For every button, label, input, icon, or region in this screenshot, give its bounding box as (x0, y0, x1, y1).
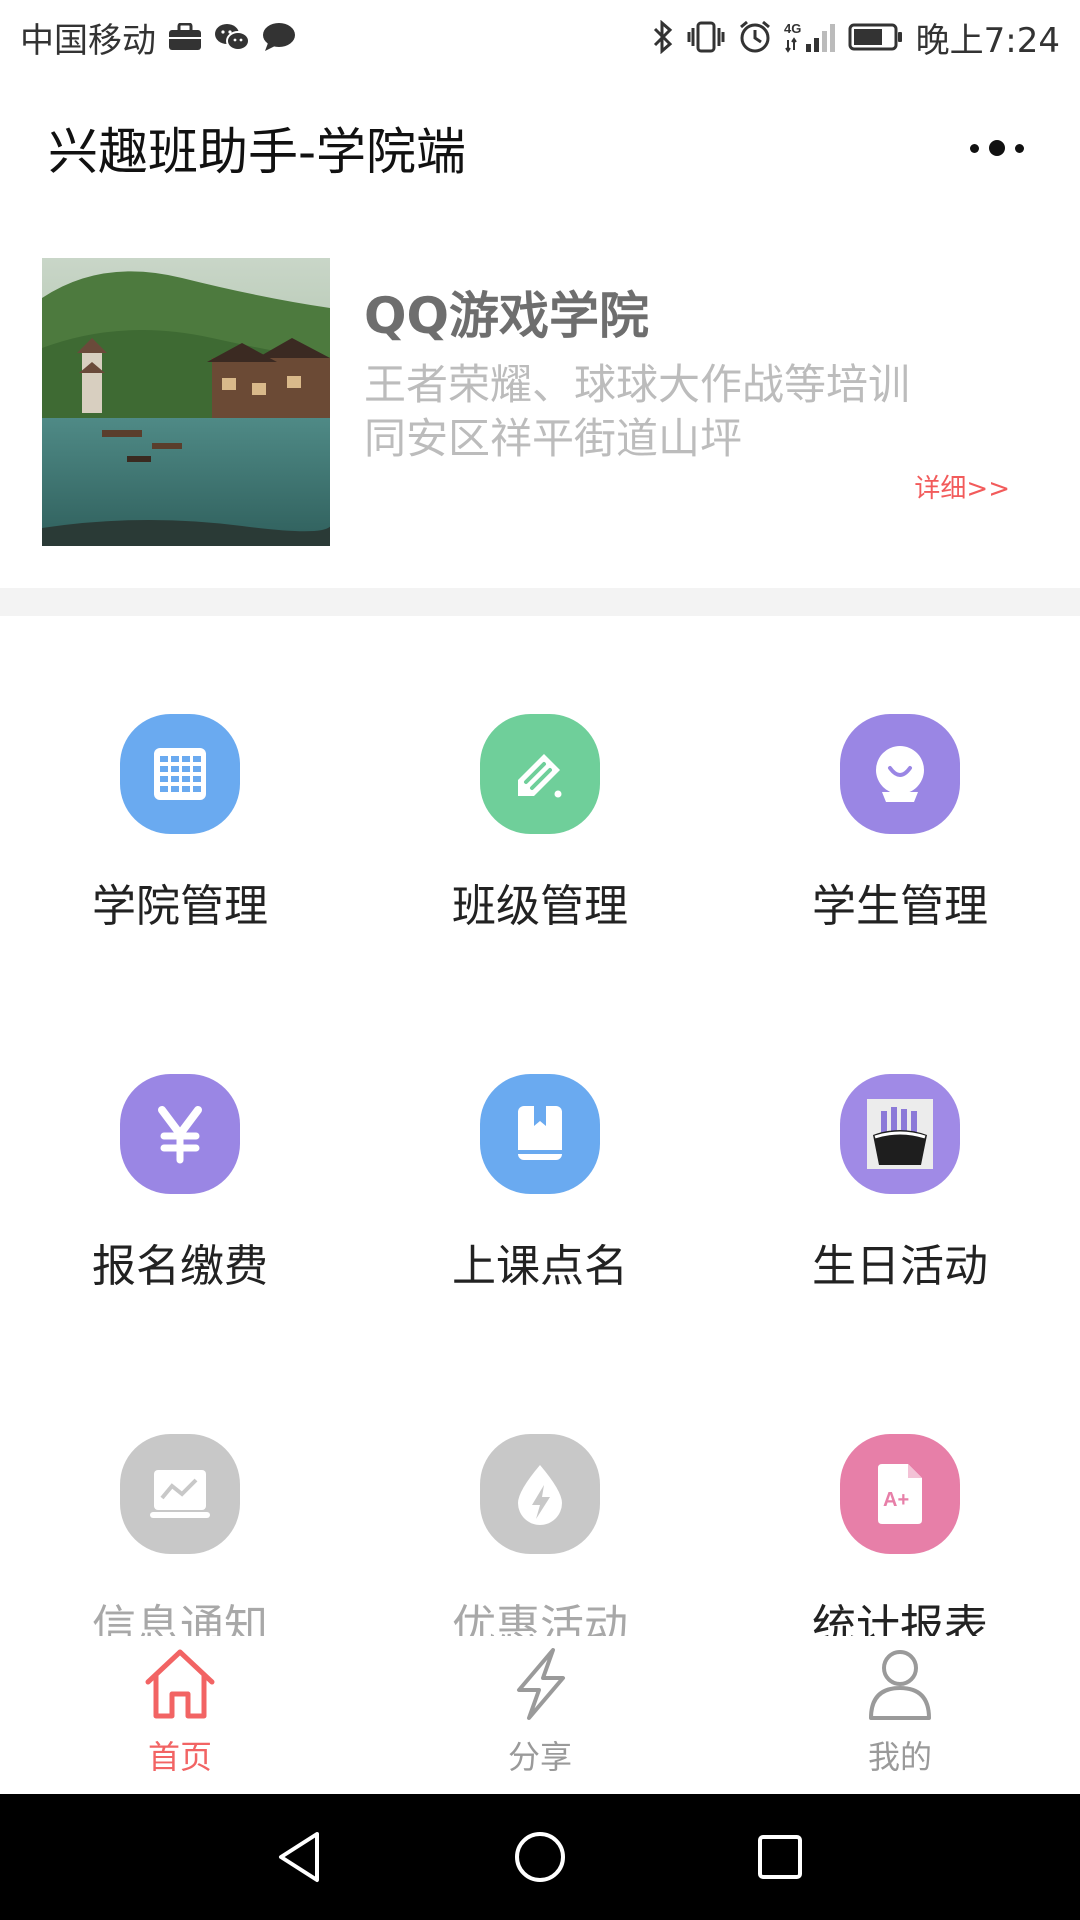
academy-desc-line-2: 同安区祥平街道山坪 (364, 414, 743, 463)
menu-item-registration-payment[interactable]: 报名缴费 (0, 976, 360, 1336)
wechat-icon (214, 22, 250, 52)
menu-item-label: 报名缴费 (92, 1241, 268, 1292)
menu-item-birthday-activity[interactable]: 生日活动 (720, 976, 1080, 1336)
app-screen: 中国移动 4G 晚上7:24 兴趣班助手-学院端 QQ游戏学院 王者荣耀、球球大… (0, 0, 1080, 1920)
calendar-grid-icon (120, 714, 240, 834)
menu-item-label: 学院管理 (92, 881, 268, 932)
lightning-icon (505, 1646, 575, 1726)
menu-item-label: 信息通知 (92, 1601, 268, 1636)
tab-home[interactable]: 首页 (0, 1636, 360, 1794)
academy-desc-line-1: 王者荣耀、球球大作战等培训 (364, 360, 911, 409)
menu-item-label: 优惠活动 (452, 1601, 628, 1636)
academy-card[interactable]: QQ游戏学院 王者荣耀、球球大作战等培训 同安区祥平街道山坪 详细>> (0, 222, 1080, 588)
alarm-icon (738, 20, 772, 54)
vibrate-icon (686, 20, 726, 54)
page-title: 兴趣班助手-学院端 (48, 123, 467, 181)
feature-grid: 学院管理 班级管理 学生管理 报名缴费 上课点名 生日活动 信息通知 优惠活动 … (0, 616, 1080, 1636)
edit-tag-icon (480, 714, 600, 834)
menu-item-label: 生日活动 (812, 1241, 988, 1292)
camera-webcam-icon (840, 714, 960, 834)
back-icon[interactable] (260, 1817, 340, 1897)
academy-name: QQ游戏学院 (364, 287, 650, 345)
menu-item-promotions[interactable]: 优惠活动 (360, 1336, 720, 1636)
svg-text:A+: A+ (883, 1489, 909, 1511)
yen-icon (120, 1074, 240, 1194)
academy-description: 王者荣耀、球球大作战等培训 同安区祥平街道山坪 (364, 358, 910, 466)
menu-item-label: 上课点名 (452, 1241, 628, 1292)
menu-item-class-management[interactable]: 班级管理 (360, 616, 720, 976)
menu-item-notifications[interactable]: 信息通知 (0, 1336, 360, 1636)
menu-item-label: 班级管理 (452, 881, 628, 932)
home-icon (140, 1646, 220, 1726)
dot-small (1015, 143, 1024, 153)
menu-item-statistics-report[interactable]: A+ 统计报表 (720, 1336, 1080, 1636)
tab-mine[interactable]: 我的 (720, 1636, 1080, 1794)
person-icon (865, 1646, 935, 1726)
status-bar: 中国移动 4G 晚上7:24 (0, 0, 1080, 74)
bluetooth-icon (652, 20, 674, 54)
home-circle-icon[interactable] (500, 1817, 580, 1897)
navigation-bar: 兴趣班助手-学院端 (0, 74, 1080, 222)
dot-small (970, 143, 979, 153)
tab-label: 分享 (507, 1738, 572, 1776)
signal-4g-icon: 4G (784, 20, 836, 54)
grade-report-icon: A+ (840, 1434, 960, 1554)
menu-item-student-management[interactable]: 学生管理 (720, 616, 1080, 976)
recents-icon[interactable] (740, 1817, 820, 1897)
chart-monitor-icon (120, 1434, 240, 1554)
academy-photo (42, 258, 330, 546)
menu-item-class-roll-call[interactable]: 上课点名 (360, 976, 720, 1336)
more-dots-icon[interactable] (962, 128, 1032, 168)
bottom-tab-bar: 首页 分享 我的 (0, 1636, 1080, 1794)
tab-label: 首页 (147, 1738, 212, 1776)
menu-item-academy-management[interactable]: 学院管理 (0, 616, 360, 976)
system-navigation-bar (0, 1794, 1080, 1920)
message-icon (262, 22, 296, 52)
detail-link[interactable]: 详细>> (914, 468, 1010, 505)
status-left: 中国移动 (20, 13, 296, 62)
menu-item-label: 统计报表 (812, 1601, 988, 1636)
section-divider (0, 588, 1080, 616)
menu-item-label: 学生管理 (812, 881, 988, 932)
battery-icon (848, 22, 904, 52)
briefcase-icon (168, 23, 202, 51)
svg-text:4G: 4G (784, 21, 801, 36)
tab-share[interactable]: 分享 (360, 1636, 720, 1794)
carrier-name: 中国移动 (20, 20, 156, 61)
lightning-drop-icon (480, 1434, 600, 1554)
status-right: 4G 晚上7:24 (652, 13, 1060, 62)
book-icon (480, 1074, 600, 1194)
clock-time: 晚上7:24 (915, 20, 1060, 61)
birthday-cake-icon (840, 1074, 960, 1194)
dot-large (989, 140, 1005, 156)
tab-label: 我的 (867, 1738, 932, 1776)
